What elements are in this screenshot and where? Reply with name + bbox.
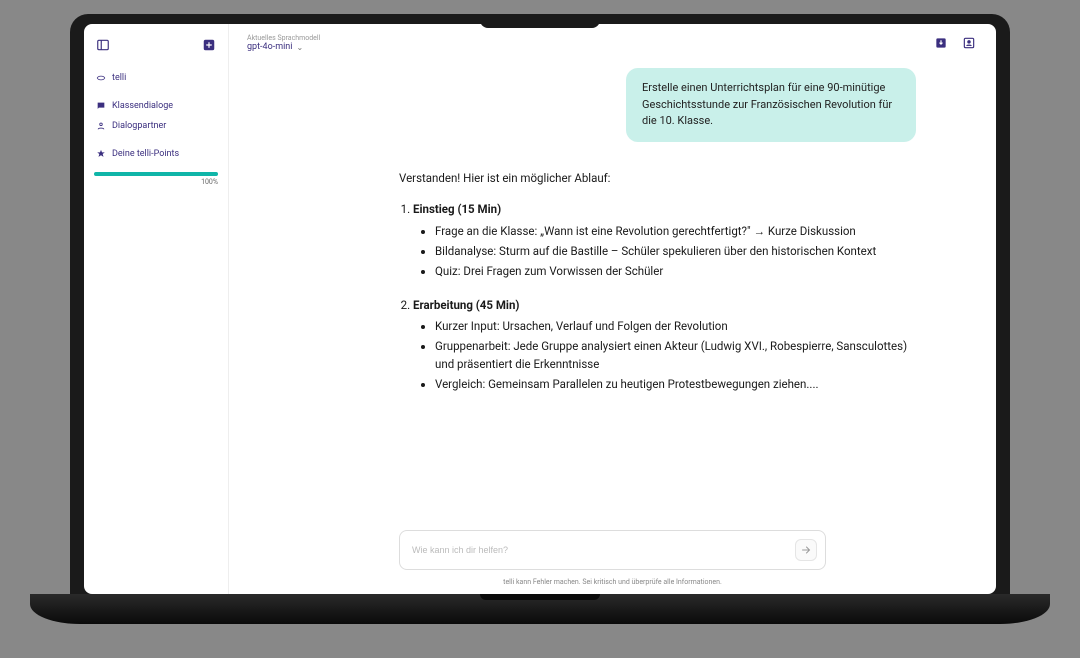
star-icon	[96, 149, 106, 159]
sidebar-item-label: Dialogpartner	[112, 121, 166, 131]
laptop-notch	[480, 14, 600, 28]
model-picker[interactable]: Aktuelles Sprachmodell gpt-4o-mini ⌄	[247, 34, 320, 52]
list-item: Einstieg (15 Min) Frage an die Klasse: „…	[413, 201, 916, 280]
section-title: Erarbeitung (45 Min)	[413, 298, 519, 312]
sidebar-item-points[interactable]: Deine telli-Points	[94, 144, 218, 164]
message-input[interactable]	[412, 545, 787, 555]
composer-row	[229, 522, 996, 574]
laptop-base	[30, 594, 1050, 624]
bullet: Vergleich: Gemeinsam Parallelen zu heuti…	[435, 376, 916, 394]
bullet: Kurzer Input: Ursachen, Verlauf und Folg…	[435, 318, 916, 336]
user-message-text: Erstelle einen Unterrichtsplan für eine …	[642, 81, 892, 127]
sidebar-brand-label: telli	[112, 73, 126, 83]
model-value-row: gpt-4o-mini ⌄	[247, 42, 320, 52]
bullet-list: Kurzer Input: Ursachen, Verlauf und Folg…	[413, 318, 916, 393]
chat-icon	[96, 101, 106, 111]
bullet: Bildanalyse: Sturm auf die Bastille – Sc…	[435, 243, 916, 261]
profile-button[interactable]	[960, 34, 978, 52]
user-icon	[96, 121, 106, 131]
main-area: Aktuelles Sprachmodell gpt-4o-mini ⌄	[229, 24, 996, 594]
sidebar-brand[interactable]: telli	[94, 68, 218, 88]
section-title: Einstieg (15 Min)	[413, 202, 501, 216]
footer-disclaimer: telli kann Fehler machen. Sei kritisch u…	[229, 574, 996, 594]
points-progress-bar	[94, 172, 218, 176]
send-button[interactable]	[795, 539, 817, 561]
points-percent: 100%	[94, 178, 218, 186]
laptop-frame: telli Klassendialoge Dialogpartner	[30, 14, 1050, 644]
laptop-screen: telli Klassendialoge Dialogpartner	[70, 14, 1010, 594]
topbar-icons	[932, 34, 978, 52]
bullet-list: Frage an die Klasse: „Wann ist eine Revo…	[413, 223, 916, 280]
chevron-down-icon: ⌄	[296, 43, 303, 52]
bullet: Quiz: Drei Fragen zum Vorwissen der Schü…	[435, 263, 916, 281]
sidebar-item-label: Klassendialoge	[112, 101, 173, 111]
bullet: Frage an die Klasse: „Wann ist eine Revo…	[435, 223, 916, 241]
assistant-intro: Verstanden! Hier ist ein möglicher Ablau…	[399, 170, 916, 188]
composer	[399, 530, 826, 570]
model-value: gpt-4o-mini	[247, 42, 292, 52]
sidebar: telli Klassendialoge Dialogpartner	[84, 24, 229, 594]
bullet: Gruppenarbeit: Jede Gruppe analysiert ei…	[435, 338, 916, 374]
brand-icon	[96, 73, 106, 83]
model-label: Aktuelles Sprachmodell	[247, 34, 320, 42]
sidebar-item-dialogpartner[interactable]: Dialogpartner	[94, 116, 218, 136]
download-button[interactable]	[932, 34, 950, 52]
sidebar-item-klassendialoge[interactable]: Klassendialoge	[94, 96, 218, 116]
new-chat-button[interactable]	[200, 36, 218, 54]
user-message-bubble: Erstelle einen Unterrichtsplan für eine …	[626, 68, 916, 142]
lesson-plan-list: Einstieg (15 Min) Frage an die Klasse: „…	[399, 201, 916, 393]
assistant-message: Verstanden! Hier ist ein möglicher Ablau…	[399, 170, 916, 394]
list-item: Erarbeitung (45 Min) Kurzer Input: Ursac…	[413, 297, 916, 394]
topbar: Aktuelles Sprachmodell gpt-4o-mini ⌄	[229, 24, 996, 58]
chat-scroll-area: Erstelle einen Unterrichtsplan für eine …	[229, 58, 996, 522]
app-window: telli Klassendialoge Dialogpartner	[84, 24, 996, 594]
collapse-sidebar-button[interactable]	[94, 36, 112, 54]
points-label: Deine telli-Points	[112, 149, 179, 159]
sidebar-top	[94, 36, 218, 54]
